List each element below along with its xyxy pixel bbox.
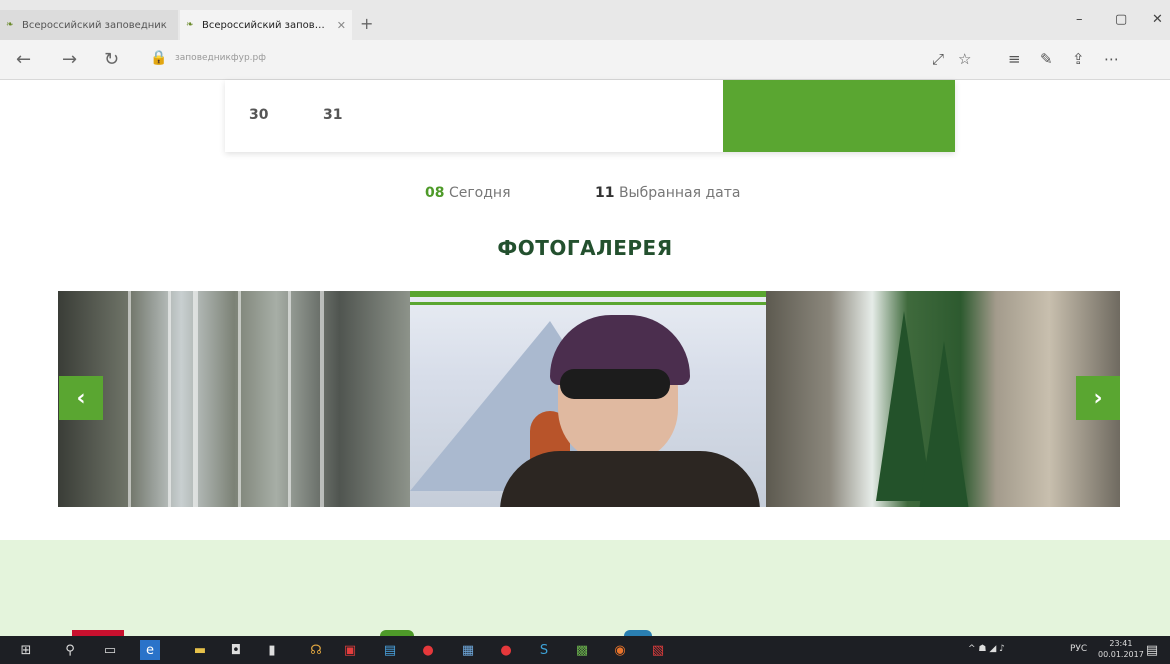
browser-tab-bar: ❧ Всероссийский заповедник ❧ Всероссийск… <box>0 0 1170 40</box>
calendar-day[interactable]: 30 <box>249 107 268 123</box>
forward-icon[interactable]: → <box>62 49 77 70</box>
edge-icon[interactable]: e <box>140 640 160 660</box>
clock-time: 23:41 <box>1109 639 1133 648</box>
search-icon[interactable]: ⚲ <box>60 640 80 660</box>
favorites-star-icon[interactable]: ☆ <box>958 50 971 68</box>
clock[interactable]: 23:41 00.01.2017 <box>1098 638 1144 660</box>
task-view-icon[interactable]: ▭ <box>100 640 120 660</box>
acrobat-icon[interactable]: ▣ <box>340 640 360 660</box>
calendar-green-panel <box>723 80 955 152</box>
photo-gallery <box>58 291 1120 507</box>
chrome-icon[interactable]: ◉ <box>610 640 630 660</box>
minimize-button[interactable]: – <box>1076 12 1083 27</box>
gallery-photo-waterfall[interactable] <box>58 291 410 507</box>
site-favicon-icon: ❧ <box>6 20 14 30</box>
hub-icon[interactable]: ≡ <box>1008 50 1021 68</box>
file-explorer-icon[interactable]: ▬ <box>190 640 210 660</box>
calendar-day[interactable]: 31 <box>323 107 342 123</box>
yandex-browser-icon[interactable]: ● <box>418 640 438 660</box>
yandex-icon[interactable]: ● <box>496 640 516 660</box>
new-tab-button[interactable]: + <box>360 14 373 33</box>
language-indicator[interactable]: РУС <box>1070 644 1087 654</box>
gallery-photo-rocks[interactable] <box>766 291 1120 507</box>
gallery-photo-portrait[interactable] <box>410 291 766 507</box>
app-icon[interactable]: ▧ <box>648 640 668 660</box>
address-bar: ← → ↻ 🔒 заповедникфур.рф ⤢ ☆ ≡ ✎ ⇪ ⋯ <box>0 40 1170 80</box>
gallery-title: ФОТОГАЛЕРЕЯ <box>497 236 673 260</box>
gallery-prev-button[interactable]: ‹ <box>59 376 103 420</box>
tab-label: Всероссийский заповедник <box>202 19 331 31</box>
site-favicon-icon: ❧ <box>186 20 194 30</box>
legend-selected-label: Выбранная дата <box>618 185 741 201</box>
lock-icon: 🔒 <box>150 50 168 66</box>
start-icon[interactable]: ⊞ <box>16 640 36 660</box>
legend-selected: 11 Выбранная дата <box>595 185 740 201</box>
tab-inactive[interactable]: ❧ Всероссийский заповедник <box>0 10 178 40</box>
tab-label: Всероссийский заповедник <box>22 19 167 31</box>
gallery-next-button[interactable]: › <box>1076 376 1120 420</box>
more-icon[interactable]: ⋯ <box>1104 50 1119 68</box>
legend-today-label: Сегодня <box>448 185 511 201</box>
share-icon[interactable]: ⇪ <box>1072 50 1085 68</box>
reading-view-icon[interactable]: ⤢ <box>932 50 944 68</box>
app-icon[interactable]: ▦ <box>458 640 478 660</box>
store-icon[interactable]: ◘ <box>226 640 246 660</box>
skype-icon[interactable]: S <box>534 640 554 660</box>
web-note-icon[interactable]: ✎ <box>1040 50 1053 68</box>
tab-active[interactable]: ❧ Всероссийский заповедник ✕ <box>180 10 352 40</box>
tray-icons[interactable]: ^ ☗ ◢ ♪ <box>968 644 1005 654</box>
back-icon[interactable]: ← <box>16 49 31 70</box>
notifications-icon[interactable]: ▤ <box>1142 640 1162 660</box>
active-slide-indicator <box>410 291 766 297</box>
document-icon[interactable]: ▮ <box>262 640 282 660</box>
windows-taskbar: ⊞ ⚲ ▭ e ▬ ◘ ▮ ☊ ▣ ▤ ● ▦ ● S ▩ ◉ ▧ ^ ☗ ◢ … <box>0 636 1170 664</box>
maximize-button[interactable]: ▢ <box>1115 12 1127 27</box>
refresh-icon[interactable]: ↻ <box>104 49 119 70</box>
headphones-icon[interactable]: ☊ <box>306 640 326 660</box>
legend-selected-number: 11 <box>595 185 615 201</box>
footer-section <box>0 540 1170 636</box>
clock-date: 00.01.2017 <box>1098 650 1144 659</box>
legend-today: 08 Сегодня <box>425 185 511 201</box>
close-tab-icon[interactable]: ✕ <box>337 19 346 32</box>
app-icon[interactable]: ▩ <box>572 640 592 660</box>
computer-icon[interactable]: ▤ <box>380 640 400 660</box>
close-window-button[interactable]: ✕ <box>1152 12 1163 27</box>
legend-today-number: 08 <box>425 185 445 201</box>
url-field[interactable]: заповедникфур.рф <box>175 53 266 63</box>
